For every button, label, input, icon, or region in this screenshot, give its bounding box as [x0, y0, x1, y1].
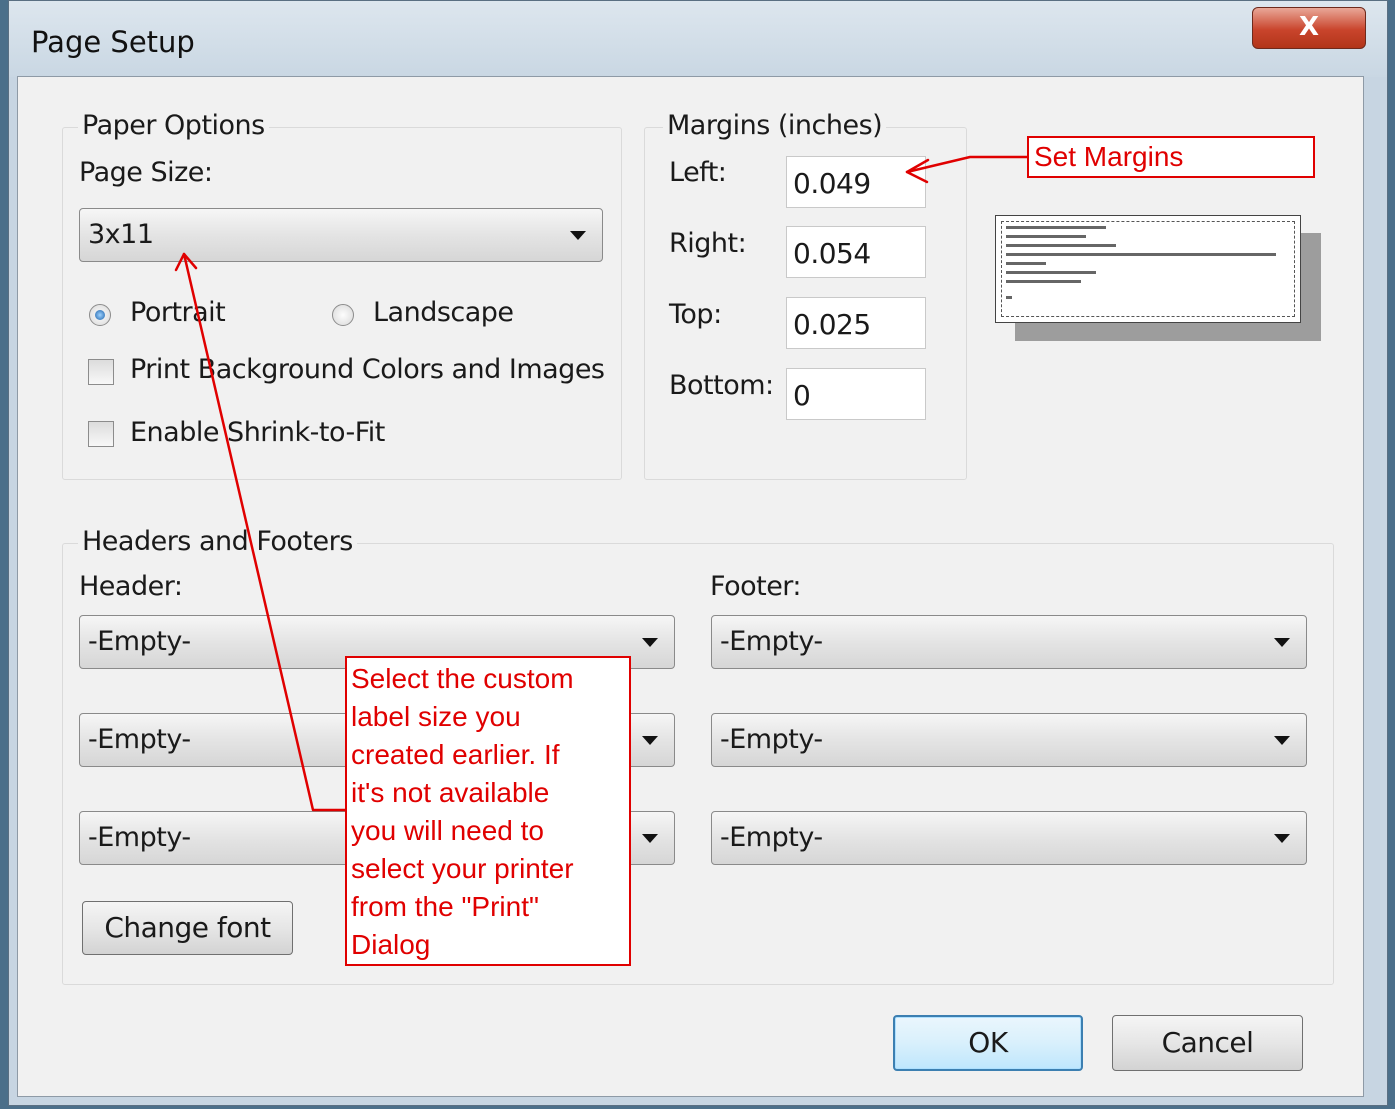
footer-right-value: -Empty- [720, 822, 823, 853]
page-size-label: Page Size: [79, 157, 213, 188]
change-font-button[interactable]: Change font [82, 901, 293, 955]
right-margin-label: Right: [669, 228, 747, 259]
chevron-down-icon [642, 638, 658, 647]
top-margin-input[interactable]: 0.025 [786, 297, 926, 349]
shrink-to-fit-label[interactable]: Enable Shrink-to-Fit [130, 417, 385, 448]
preview-text-line [1006, 271, 1096, 274]
footer-left-value: -Empty- [720, 626, 823, 657]
footer-center-select[interactable]: -Empty- [711, 713, 1307, 767]
preview-text-line [1006, 280, 1081, 283]
chevron-down-icon [1274, 834, 1290, 843]
preview-text-line [1006, 235, 1086, 238]
label-size-line: it's not available [351, 777, 550, 808]
shrink-to-fit-checkbox[interactable] [88, 421, 114, 447]
set-margins-text: Set Margins [1034, 141, 1184, 172]
chevron-down-icon [642, 736, 658, 745]
preview-text-line [1006, 226, 1106, 229]
right-margin-input[interactable]: 0.054 [786, 226, 926, 278]
footer-right-select[interactable]: -Empty- [711, 811, 1307, 865]
label-size-line: you will need to [351, 815, 545, 846]
label-size-line: label size you [351, 701, 521, 732]
chevron-down-icon [1274, 638, 1290, 647]
set-margins-callout: Set Margins [1027, 136, 1315, 178]
label-size-line: created earlier. If [351, 739, 560, 770]
page-size-value: 3x11 [88, 219, 154, 250]
label-size-callout: Select the custom label size you created… [345, 656, 631, 966]
header-right-value: -Empty- [88, 822, 191, 853]
headers-footers-legend: Headers and Footers [78, 526, 357, 557]
footer-center-value: -Empty- [720, 724, 823, 755]
label-size-line: Dialog [351, 929, 431, 960]
margins-legend: Margins (inches) [663, 110, 887, 141]
footer-label: Footer: [710, 571, 802, 602]
top-margin-label: Top: [669, 299, 722, 330]
change-font-label: Change font [104, 911, 271, 944]
left-margin-label: Left: [669, 157, 727, 188]
bottom-margin-input[interactable]: 0 [786, 368, 926, 420]
paper-options-legend: Paper Options [78, 110, 269, 141]
label-size-line: select your printer [351, 853, 574, 884]
portrait-radio[interactable] [89, 304, 111, 326]
header-center-value: -Empty- [88, 724, 191, 755]
chevron-down-icon [642, 834, 658, 843]
preview-text-line [1006, 262, 1046, 265]
cancel-label: Cancel [1161, 1026, 1254, 1059]
ok-button[interactable]: OK [893, 1015, 1083, 1071]
page-size-select[interactable]: 3x11 [79, 208, 603, 262]
header-left-value: -Empty- [88, 626, 191, 657]
chevron-down-icon [570, 231, 586, 240]
left-margin-input[interactable]: 0.049 [786, 156, 926, 208]
header-label: Header: [79, 571, 183, 602]
label-size-line: Select the custom [351, 663, 574, 694]
chevron-down-icon [1274, 736, 1290, 745]
landscape-label[interactable]: Landscape [373, 297, 514, 328]
preview-text-line [1006, 244, 1116, 247]
footer-left-select[interactable]: -Empty- [711, 615, 1307, 669]
preview-text-line [1006, 253, 1276, 256]
title-bar[interactable]: Page Setup X [9, 1, 1387, 77]
cancel-button[interactable]: Cancel [1112, 1015, 1303, 1071]
page-preview [995, 215, 1301, 323]
preview-text-line [1006, 296, 1012, 299]
dialog-title: Page Setup [31, 25, 195, 59]
close-button[interactable]: X [1252, 7, 1366, 49]
landscape-radio[interactable] [332, 304, 354, 326]
print-background-label[interactable]: Print Background Colors and Images [130, 354, 605, 385]
portrait-label[interactable]: Portrait [130, 297, 226, 328]
label-size-line: from the "Print" [351, 891, 539, 922]
ok-label: OK [968, 1026, 1008, 1059]
bottom-margin-label: Bottom: [669, 370, 774, 401]
close-icon: X [1298, 12, 1320, 42]
print-background-checkbox[interactable] [88, 359, 114, 385]
